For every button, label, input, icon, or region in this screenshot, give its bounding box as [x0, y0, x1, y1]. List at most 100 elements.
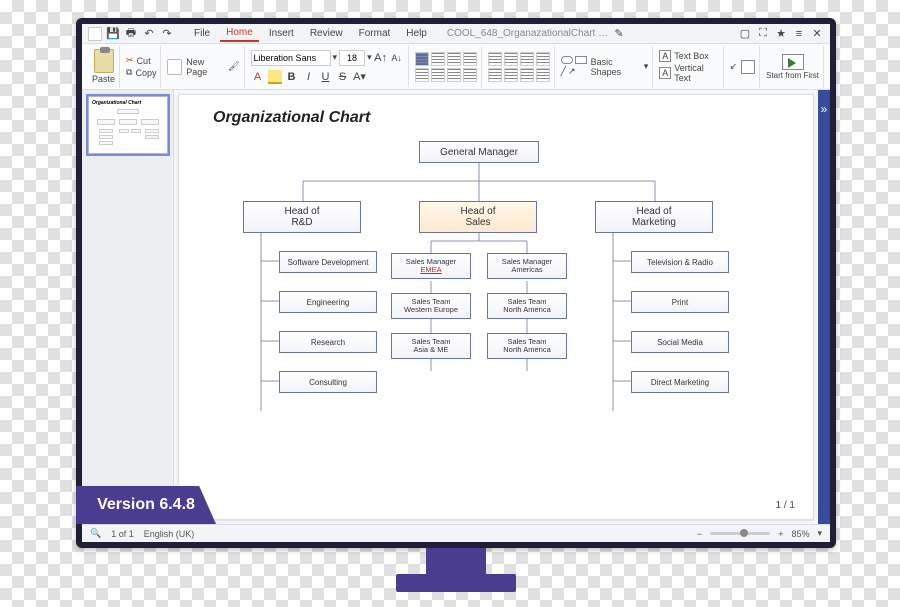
start-first-label[interactable]: Start from First: [766, 71, 819, 80]
print-icon[interactable]: 🖶: [124, 27, 138, 41]
align-center-icon[interactable]: [431, 52, 445, 66]
tab-review[interactable]: Review: [304, 26, 349, 41]
font-family-dropdown-icon[interactable]: ▾: [333, 52, 338, 63]
menubar: 💾 🖶 ↶ ↷ File Home Insert Review Format H…: [82, 24, 830, 44]
redo-icon[interactable]: ↷: [160, 27, 174, 41]
text-box-button[interactable]: A Text Box: [659, 50, 709, 62]
org-node-mkt-3[interactable]: Direct Marketing: [631, 371, 729, 393]
org-node-sales-r0[interactable]: Sales ManagerAmericas: [487, 253, 567, 279]
paragraph-group: [411, 46, 482, 88]
shapes-dropdown-icon[interactable]: ▾: [644, 61, 649, 72]
slide-canvas[interactable]: Organizational Chart General Manager Hea…: [178, 94, 814, 520]
connector-icon[interactable]: ↙: [730, 61, 738, 72]
tab-help[interactable]: Help: [400, 26, 433, 41]
line-spacing-icon[interactable]: [463, 68, 477, 82]
format-paint-icon[interactable]: 🖌: [228, 61, 239, 72]
arrow-icon[interactable]: ↗: [568, 66, 576, 77]
list-group: [484, 46, 555, 88]
tab-home[interactable]: Home: [220, 25, 259, 42]
org-node-head-marketing[interactable]: Head of Marketing: [595, 201, 713, 233]
document-name: COOL_648_OrganazationalChart …: [447, 28, 608, 39]
org-node-sales-l1[interactable]: Sales TeamWestern Europe: [391, 293, 471, 319]
present-icon[interactable]: [782, 54, 804, 70]
org-node-mkt-0[interactable]: Television & Radio: [631, 251, 729, 273]
close-icon[interactable]: ✕: [810, 27, 824, 41]
org-node-sales-l2[interactable]: Sales TeamAsia & ME: [391, 333, 471, 359]
line-icon[interactable]: ╱: [561, 66, 566, 77]
save-icon[interactable]: 💾: [106, 27, 120, 41]
italic-button[interactable]: I: [302, 70, 316, 84]
decrease-indent-icon[interactable]: [536, 52, 550, 66]
increase-indent-icon[interactable]: [520, 52, 534, 66]
org-node-rd-3[interactable]: Consulting: [279, 371, 377, 393]
undo-icon[interactable]: ↶: [142, 27, 156, 41]
rect-icon[interactable]: [575, 56, 587, 64]
edit-doc-name-icon[interactable]: ✎: [612, 27, 626, 41]
language-label[interactable]: English (UK): [144, 529, 195, 539]
org-node-mkt-1[interactable]: Print: [631, 291, 729, 313]
new-page-label[interactable]: New Page: [186, 57, 224, 77]
tab-format[interactable]: Format: [353, 26, 397, 41]
font-color-icon[interactable]: A: [251, 70, 265, 84]
vertical-text-button[interactable]: A Vertical Text: [659, 63, 718, 83]
underline-button[interactable]: U: [319, 70, 333, 84]
font-family-select[interactable]: [251, 50, 331, 66]
org-node-head-sales[interactable]: Head of Sales: [419, 201, 537, 233]
app-logo-icon: [88, 27, 102, 41]
paste-icon[interactable]: [94, 49, 114, 73]
align-top-icon[interactable]: [415, 68, 429, 82]
cut-button[interactable]: ✂Cut: [126, 55, 151, 66]
align-middle-icon[interactable]: [431, 68, 445, 82]
bold-button[interactable]: B: [285, 70, 299, 84]
org-node-head-rd[interactable]: Head of R&D: [243, 201, 361, 233]
font-size-select[interactable]: [339, 50, 365, 66]
tab-file[interactable]: File: [188, 26, 216, 41]
org-node-sales-r1[interactable]: Sales TeamNorth America: [487, 293, 567, 319]
strike-button[interactable]: S: [336, 70, 350, 84]
paste-label: Paste: [92, 74, 115, 84]
org-node-rd-1[interactable]: Engineering: [279, 291, 377, 313]
zoom-in-icon[interactable]: +: [778, 529, 783, 539]
align-justify-icon[interactable]: [463, 52, 477, 66]
org-node-sales-r2[interactable]: Sales TeamNorth America: [487, 333, 567, 359]
star-icon[interactable]: ★: [774, 27, 788, 41]
org-node-rd-0[interactable]: Software Development: [279, 251, 377, 273]
tab-insert[interactable]: Insert: [263, 26, 300, 41]
spacing-icon[interactable]: [520, 68, 534, 82]
doc-search-icon[interactable]: 🔍: [90, 528, 101, 539]
font-size-dropdown-icon[interactable]: ▾: [367, 52, 372, 63]
new-page-icon[interactable]: [167, 59, 182, 75]
org-node-general-manager[interactable]: General Manager: [419, 141, 539, 163]
org-node-sales-l0[interactable]: Sales ManagerEMEA: [391, 253, 471, 279]
zoom-slider[interactable]: [710, 532, 770, 535]
zoom-out-icon[interactable]: −: [697, 529, 702, 539]
number-list-icon[interactable]: [504, 52, 518, 66]
slide-thumbnail-1[interactable]: Organizational Chart: [88, 96, 168, 154]
fill-color-icon[interactable]: [741, 60, 755, 74]
align-right-icon[interactable]: [447, 52, 461, 66]
basic-shapes-label[interactable]: Basic Shapes: [591, 57, 640, 77]
right-panel-expand[interactable]: »: [818, 90, 830, 524]
align-bottom-icon[interactable]: [447, 68, 461, 82]
paste-group: Paste: [88, 46, 120, 88]
zoom-dropdown-icon[interactable]: ▾: [817, 528, 822, 539]
status-bar: 🔍 1 of 1 English (UK) − + 85% ▾: [82, 524, 830, 542]
more-font-icon[interactable]: A▾: [353, 70, 367, 84]
slide-thumbnails-panel[interactable]: Organizational Chart: [82, 90, 174, 524]
ltr-icon[interactable]: [488, 68, 502, 82]
columns-icon[interactable]: [536, 68, 550, 82]
org-node-mkt-2[interactable]: Social Media: [631, 331, 729, 353]
rtl-icon[interactable]: [504, 68, 518, 82]
align-left-icon[interactable]: [415, 52, 429, 66]
increase-font-icon[interactable]: A↑: [374, 51, 388, 65]
highlight-icon[interactable]: [268, 70, 282, 84]
menu-icon[interactable]: ≡: [792, 27, 806, 41]
org-node-rd-2[interactable]: Research: [279, 331, 377, 353]
copy-button[interactable]: ⧉Copy: [126, 67, 156, 78]
fullscreen-icon[interactable]: ⛶: [756, 27, 770, 41]
bullet-list-icon[interactable]: [488, 52, 502, 66]
book-icon[interactable]: ▢: [738, 27, 752, 41]
font-group: ▾ ▾ A↑ A↓ A B I U S A▾: [247, 46, 409, 88]
ellipse-icon[interactable]: [561, 56, 573, 64]
decrease-font-icon[interactable]: A↓: [390, 51, 404, 65]
